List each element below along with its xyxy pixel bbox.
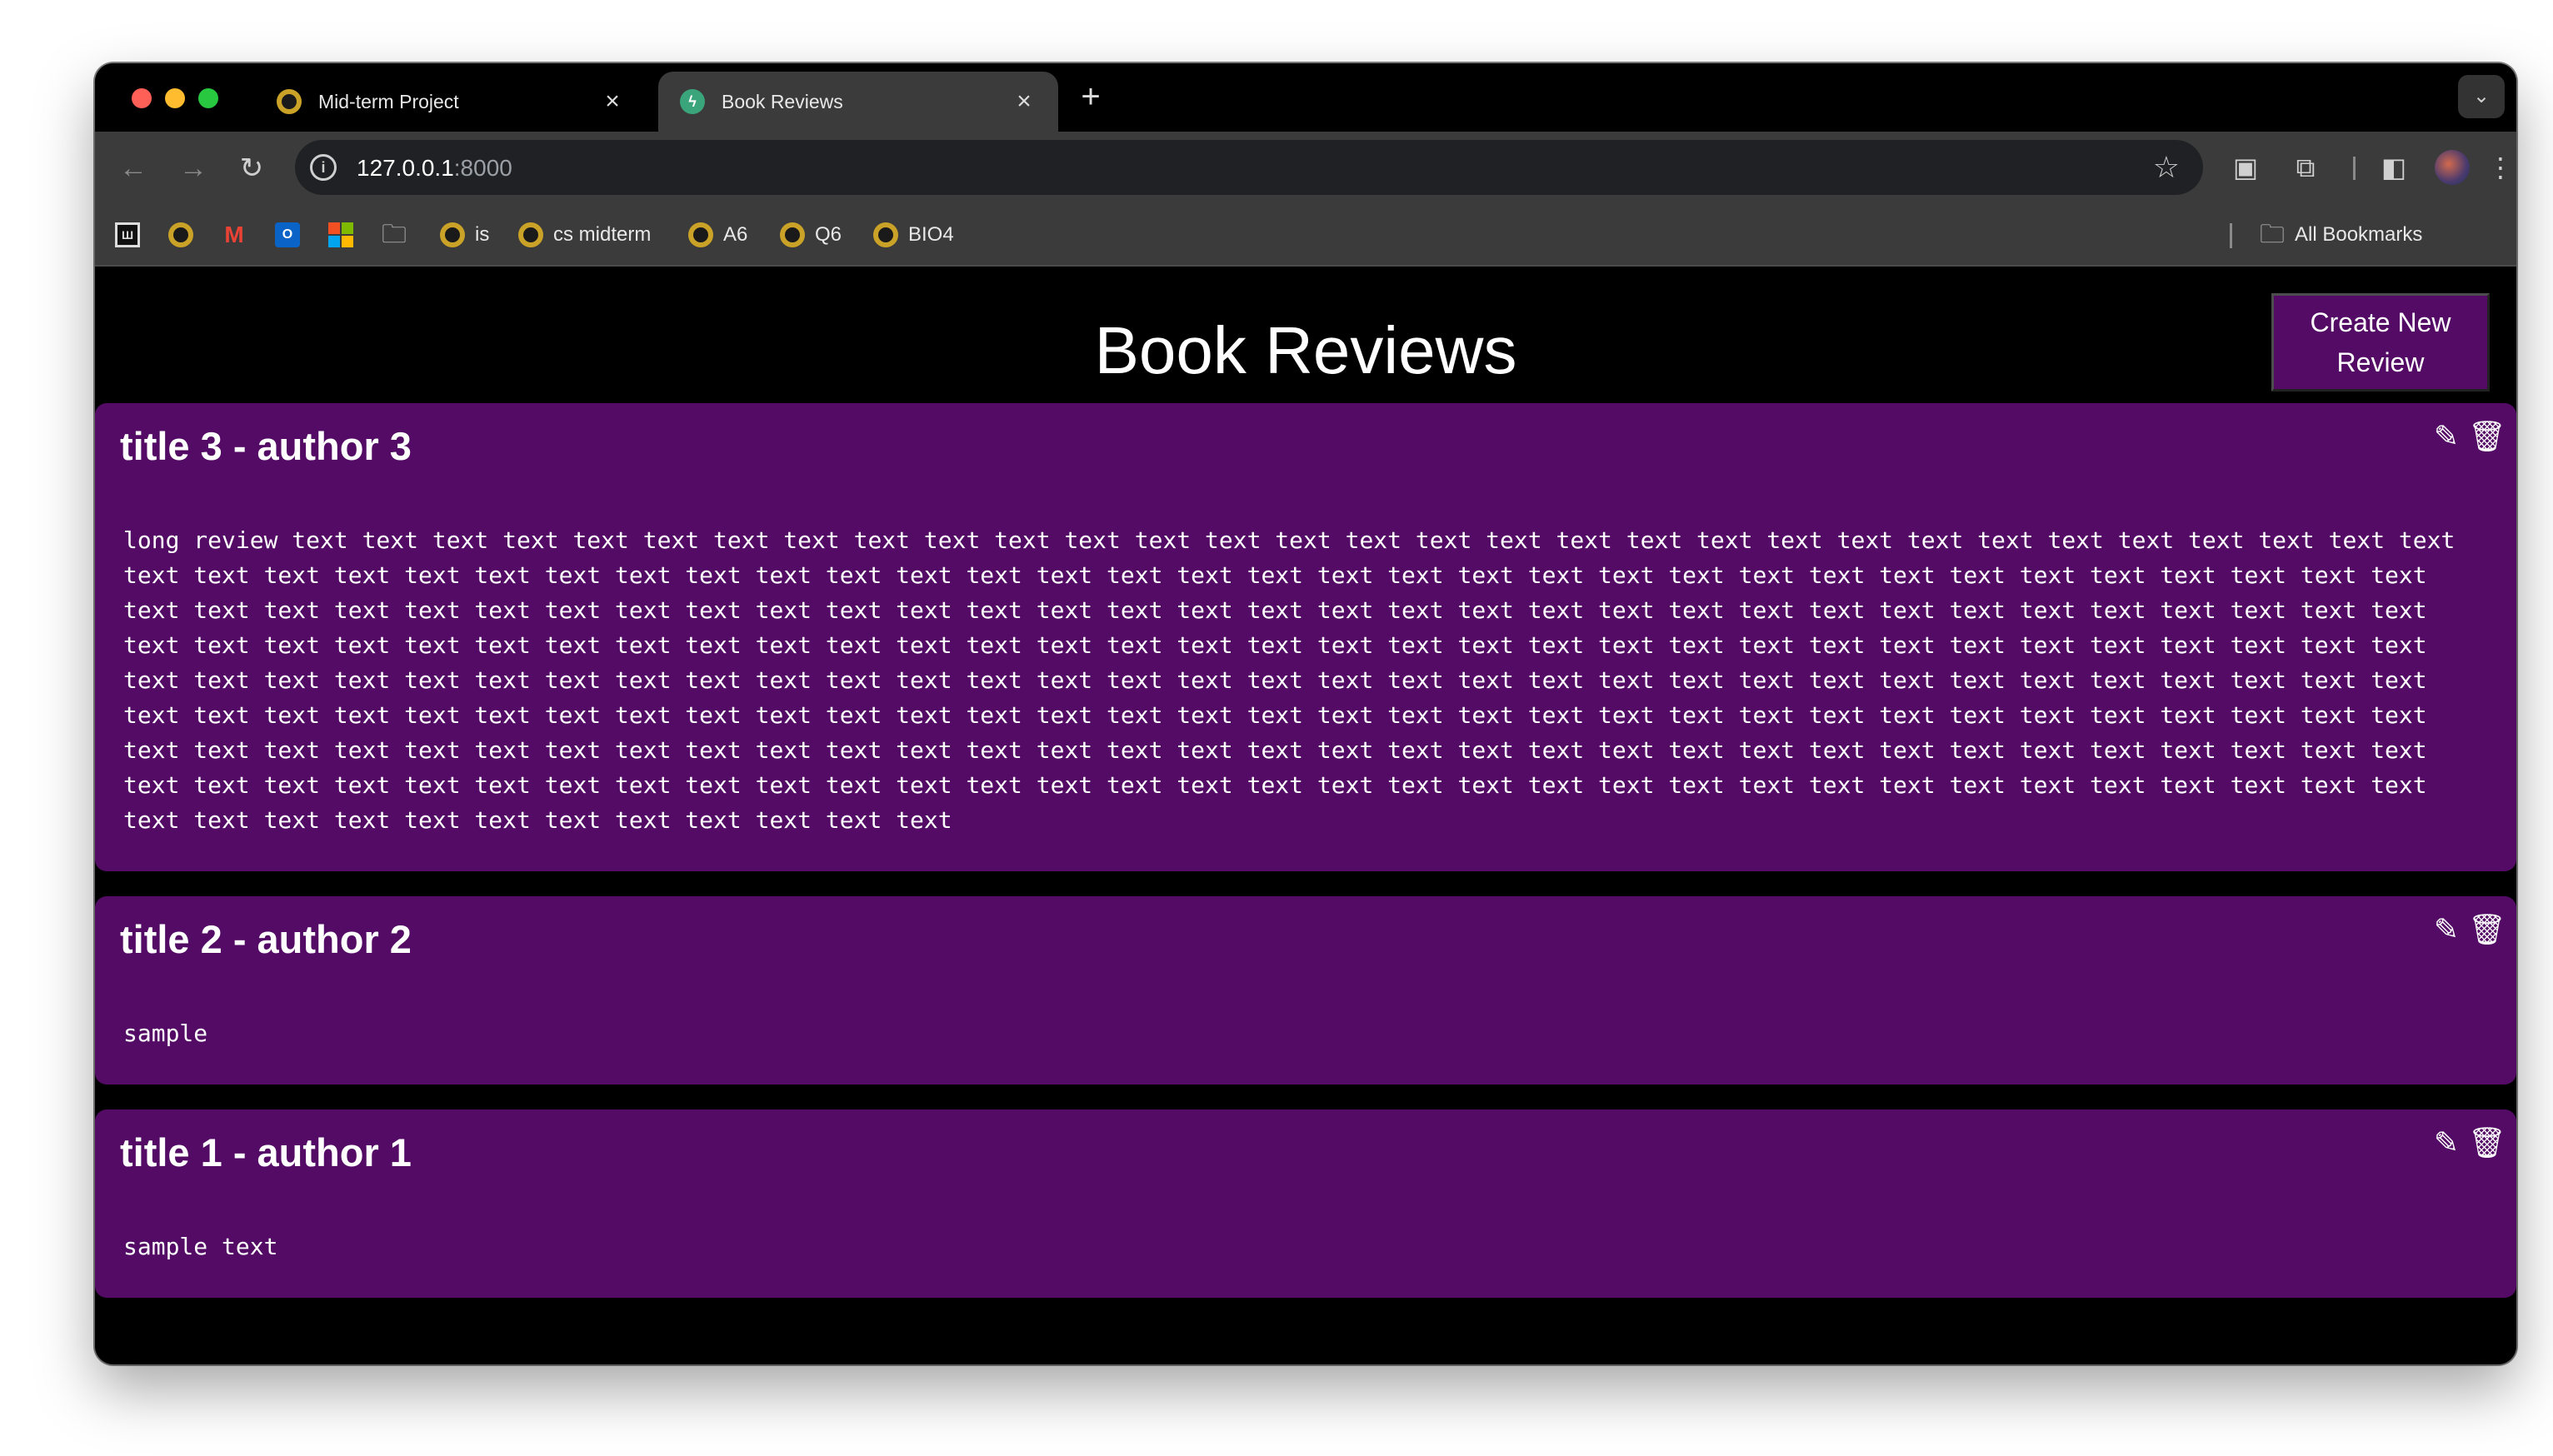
- bookmark-bio4[interactable]: BIO4: [873, 220, 954, 250]
- close-icon[interactable]: ×: [600, 87, 625, 116]
- bookmark-music-app[interactable]: Ш: [115, 220, 140, 250]
- all-bookmarks-label: All Bookmarks: [2295, 223, 2423, 246]
- ring-logo-icon: [518, 222, 543, 247]
- edit-icon[interactable]: ✎: [2433, 913, 2460, 946]
- close-window-button[interactable]: [132, 88, 152, 108]
- page-title: Book Reviews: [1094, 313, 1517, 387]
- ring-logo-icon: [277, 89, 302, 114]
- side-panel-icon[interactable]: ◧: [2373, 147, 2415, 188]
- review-card: title 2 - author 2 ✎ 🗑 sample: [95, 896, 2516, 1085]
- bookmark-microsoft[interactable]: [328, 220, 353, 250]
- ring-logo-icon: [168, 222, 193, 247]
- bookmark-label: is: [475, 223, 490, 246]
- extensions-puzzle-icon[interactable]: ⧉: [2285, 147, 2326, 188]
- url-text[interactable]: 127.0.0.1:8000: [357, 155, 512, 182]
- new-tab-button[interactable]: +: [1070, 80, 1112, 113]
- review-card: title 3 - author 3 ✎ 🗑 long review text …: [95, 403, 2516, 871]
- all-bookmarks-button[interactable]: 🗀 All Bookmarks: [2260, 220, 2422, 250]
- review-heading: title 3 - author 3: [120, 424, 412, 468]
- reload-button[interactable]: ↻: [233, 150, 270, 187]
- folder-icon: 🗀: [2260, 221, 2285, 248]
- window-controls: [132, 88, 218, 108]
- url-port: :8000: [453, 155, 512, 181]
- bookmark-label: cs midterm: [553, 223, 652, 246]
- more-menu-icon[interactable]: ⋮: [2480, 147, 2516, 188]
- tab-mid-term-project[interactable]: Mid-term Project ×: [255, 72, 647, 132]
- bolt-icon: ϟ: [680, 89, 705, 114]
- ring-logo-icon: [688, 222, 713, 247]
- close-icon[interactable]: ×: [1012, 87, 1037, 116]
- profile-avatar[interactable]: [2435, 150, 2470, 185]
- browser-toolbar: ← → ↻ i 127.0.0.1:8000 ☆ ▣ ⧉ ◧ ⋮: [95, 132, 2516, 203]
- review-actions: ✎ 🗑: [2433, 913, 2506, 946]
- review-body: sample: [123, 1020, 208, 1047]
- bookmark-a6[interactable]: A6: [688, 220, 747, 250]
- review-heading: title 1 - author 1: [120, 1130, 412, 1174]
- toolbar-divider: [2353, 157, 2356, 180]
- bookmark-q6[interactable]: Q6: [780, 220, 842, 250]
- review-body: sample text: [123, 1233, 278, 1260]
- bookmarks-bar: Ш M O 🗀 is cs midterm A6 Q6 BIO4 🗀 All B…: [95, 203, 2516, 267]
- review-actions: ✎ 🗑: [2433, 1126, 2506, 1159]
- review-actions: ✎ 🗑: [2433, 420, 2506, 453]
- address-bar[interactable]: i 127.0.0.1:8000 ☆: [295, 140, 2203, 195]
- review-card: title 1 - author 1 ✎ 🗑 sample text: [95, 1109, 2516, 1298]
- tab-strip: Mid-term Project × ϟ Book Reviews × + ⌄: [95, 63, 2516, 132]
- page-header: Book Reviews Create New Review: [95, 268, 2516, 403]
- edit-icon[interactable]: ✎: [2433, 1126, 2460, 1159]
- bookmark-label: Q6: [815, 223, 842, 246]
- review-body: long review text text text text text tex…: [123, 526, 2456, 834]
- back-button[interactable]: ←: [115, 150, 152, 187]
- outlook-icon: O: [275, 222, 300, 247]
- edit-icon[interactable]: ✎: [2433, 420, 2460, 453]
- gmail-icon: M: [224, 222, 244, 247]
- bookmark-gmail[interactable]: M: [222, 220, 247, 250]
- bookmarks-divider: [2230, 223, 2232, 248]
- tab-search-button[interactable]: ⌄: [2458, 75, 2505, 118]
- forward-button[interactable]: →: [175, 150, 212, 187]
- ring-logo-icon: [873, 222, 898, 247]
- trash-icon[interactable]: 🗑: [2468, 420, 2506, 453]
- bookmark-label: BIO4: [908, 223, 954, 246]
- bookmark-is[interactable]: is: [440, 220, 489, 250]
- bookmark-outlook[interactable]: O: [275, 220, 300, 250]
- music-app-icon: Ш: [115, 222, 140, 247]
- create-review-button[interactable]: Create New Review: [2271, 293, 2490, 391]
- tab-label: Mid-term Project: [318, 90, 459, 112]
- password-extension-icon[interactable]: ▣: [2225, 147, 2266, 188]
- microsoft-icon: [328, 222, 353, 247]
- tab-label: Book Reviews: [722, 90, 843, 112]
- ring-logo-icon: [440, 222, 465, 247]
- trash-icon[interactable]: 🗑: [2468, 1126, 2506, 1159]
- url-host: 127.0.0.1: [357, 155, 454, 181]
- bookmark-cs-midterm[interactable]: cs midterm: [518, 220, 651, 250]
- bookmark-folder[interactable]: 🗀: [382, 220, 407, 250]
- review-heading: title 2 - author 2: [120, 917, 412, 961]
- bookmark-star-icon[interactable]: ☆: [2153, 150, 2180, 185]
- bookmark-ring[interactable]: [168, 220, 203, 250]
- page-content: Book Reviews Create New Review title 3 -…: [95, 268, 2516, 1364]
- folder-icon: 🗀: [382, 221, 407, 248]
- site-info-icon[interactable]: i: [310, 154, 337, 181]
- tab-book-reviews[interactable]: ϟ Book Reviews ×: [658, 72, 1058, 132]
- trash-icon[interactable]: 🗑: [2468, 913, 2506, 946]
- ring-logo-icon: [780, 222, 805, 247]
- minimize-window-button[interactable]: [165, 88, 185, 108]
- bookmark-label: A6: [723, 223, 748, 246]
- maximize-window-button[interactable]: [198, 88, 218, 108]
- browser-window: Mid-term Project × ϟ Book Reviews × + ⌄ …: [95, 63, 2516, 1364]
